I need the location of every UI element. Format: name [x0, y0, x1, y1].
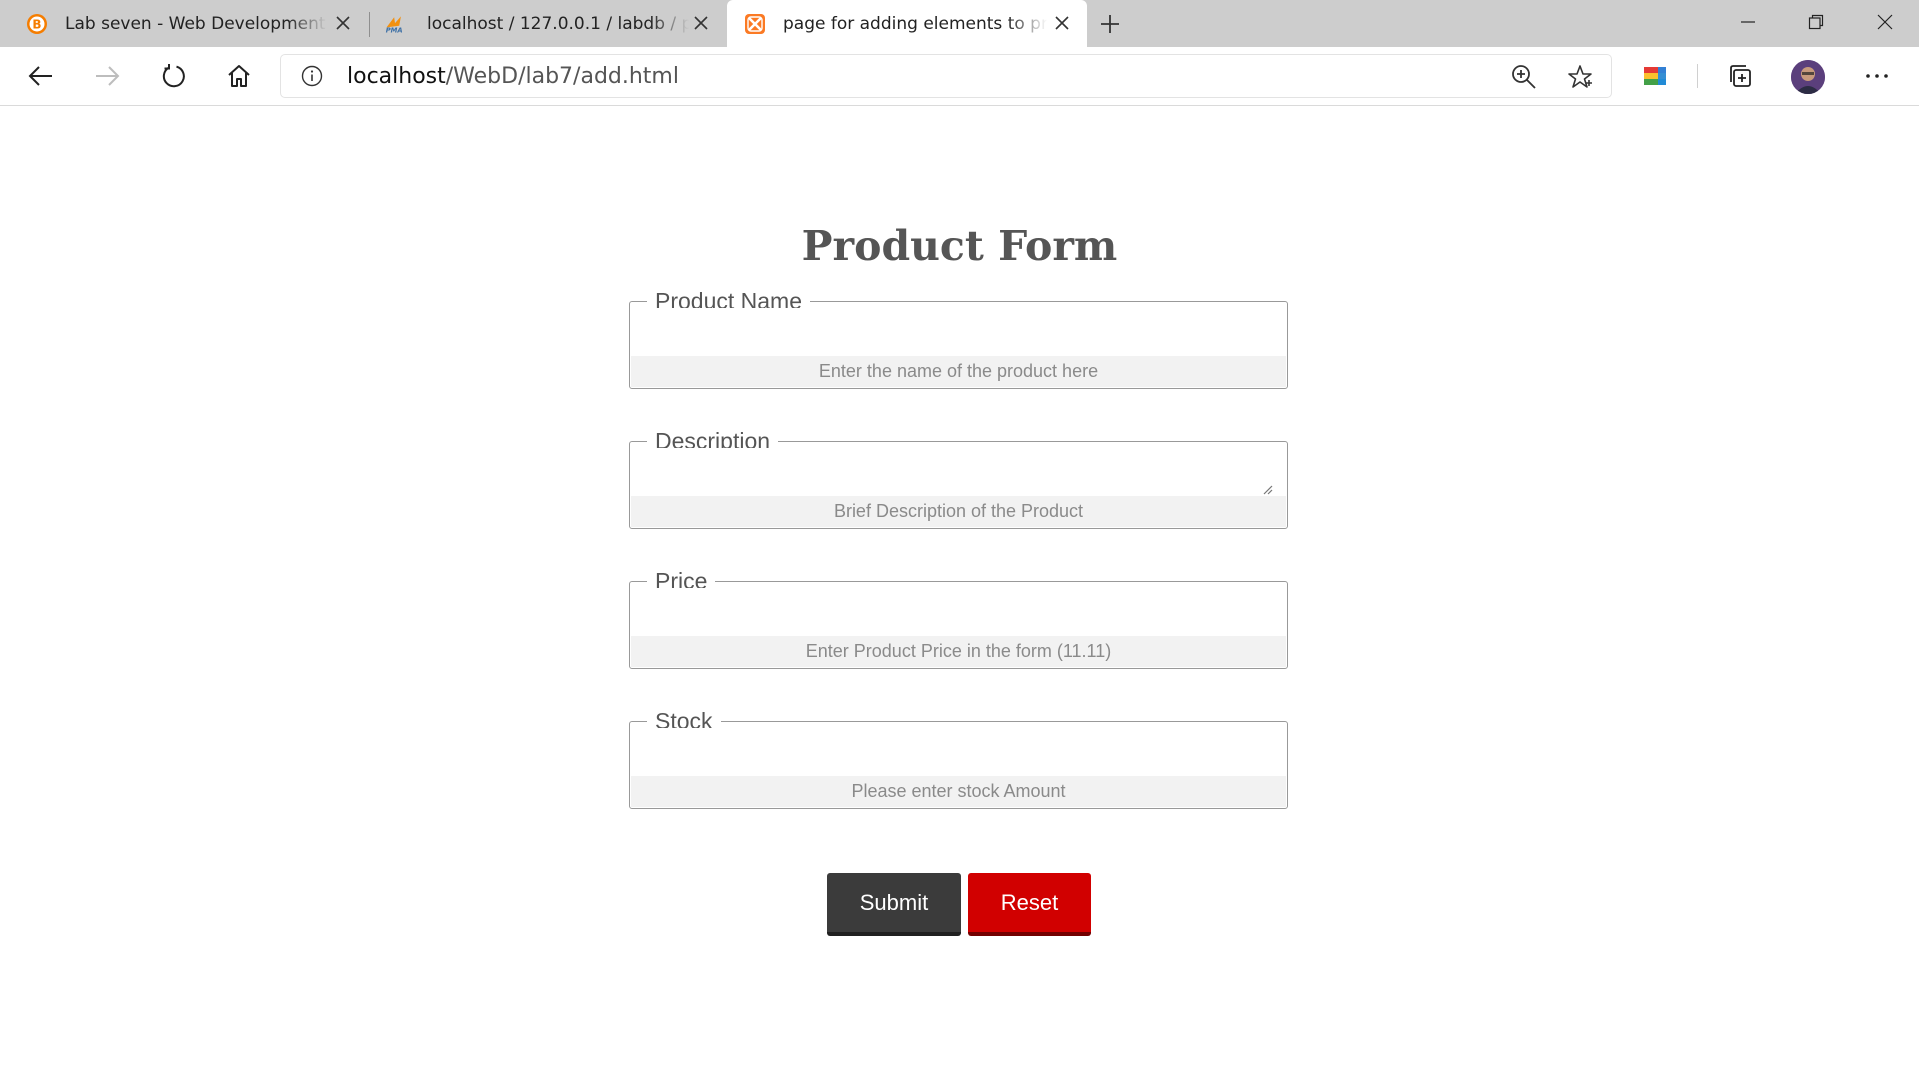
collections-icon [1730, 65, 1751, 87]
tab-strip: B Lab seven - Web Development 2 PMA loca… [0, 0, 1919, 47]
stock-fieldset: Stock Please enter stock Amount [629, 707, 1288, 809]
close-icon [1877, 14, 1893, 30]
product-name-hint: Enter the name of the product here [631, 356, 1286, 387]
close-tab-icon[interactable] [690, 12, 712, 34]
minimize-button[interactable] [1714, 0, 1782, 44]
price-input[interactable] [631, 588, 1286, 640]
url-text[interactable]: localhost/WebD/lab7/add.html [347, 64, 679, 89]
forward-button[interactable] [87, 58, 127, 94]
close-tab-icon[interactable] [332, 12, 354, 34]
profile-avatar[interactable] [1791, 60, 1825, 94]
price-hint: Enter Product Price in the form (11.11) [631, 636, 1286, 667]
xampp-icon [744, 13, 766, 35]
tab-add-page[interactable]: page for adding elements to products [727, 0, 1087, 47]
tab-title: localhost / 127.0.0.1 / labdb / products [427, 13, 689, 34]
star-icon [1568, 65, 1592, 88]
avatar-icon [1791, 60, 1825, 94]
page-content: Product Form Product Name Enter the name… [0, 106, 1919, 1078]
product-name-input[interactable] [631, 308, 1286, 360]
settings-menu-button[interactable] [1859, 59, 1895, 93]
browser-toolbar: localhost/WebD/lab7/add.html [0, 47, 1919, 106]
refresh-button[interactable] [153, 58, 193, 94]
info-icon[interactable] [301, 65, 323, 87]
back-button[interactable] [21, 58, 61, 94]
plus-icon [1101, 15, 1119, 33]
address-bar[interactable]: localhost/WebD/lab7/add.html [281, 55, 1611, 97]
extension-button[interactable] [1637, 59, 1673, 93]
toolbar-divider [1697, 64, 1698, 88]
form-heading: Product Form [801, 222, 1118, 270]
product-name-fieldset: Product Name Enter the name of the produ… [629, 287, 1288, 389]
zoom-button[interactable] [1511, 64, 1537, 90]
url-host: localhost [347, 64, 446, 89]
stock-input[interactable] [631, 728, 1286, 780]
favorite-button[interactable] [1567, 64, 1593, 90]
arrow-left-icon [28, 66, 52, 86]
zoom-in-icon [1512, 65, 1536, 89]
stock-hint: Please enter stock Amount [631, 776, 1286, 807]
submit-button[interactable]: Submit [827, 873, 961, 936]
new-tab-button[interactable] [1096, 10, 1124, 38]
collections-button[interactable] [1722, 59, 1758, 93]
reset-button[interactable]: Reset [968, 873, 1091, 936]
resize-grip-icon[interactable] [1261, 483, 1273, 495]
tab-title: Lab seven - Web Development 2 [65, 13, 327, 34]
home-button[interactable] [219, 58, 259, 94]
tab-phpmyadmin[interactable]: PMA localhost / 127.0.0.1 / labdb / prod… [370, 0, 726, 47]
tab-title: page for adding elements to products [783, 13, 1047, 34]
restore-icon [1808, 14, 1824, 30]
tab-lab-seven[interactable]: B Lab seven - Web Development 2 [0, 0, 368, 47]
url-path: /WebD/lab7/add.html [445, 64, 679, 89]
refresh-icon [162, 64, 185, 88]
arrow-right-icon [96, 66, 120, 86]
extension-icon [1644, 67, 1666, 85]
svg-text:B: B [32, 17, 41, 31]
description-fieldset: Description Brief Description of the Pro… [629, 427, 1288, 529]
minimize-icon [1741, 21, 1755, 23]
home-icon [228, 65, 250, 87]
price-fieldset: Price Enter Product Price in the form (1… [629, 567, 1288, 669]
svg-text:PMA: PMA [386, 26, 403, 34]
restore-button[interactable] [1782, 0, 1850, 44]
description-hint: Brief Description of the Product [631, 496, 1286, 527]
description-textarea[interactable] [631, 448, 1286, 502]
blogger-icon: B [26, 13, 48, 35]
close-window-button[interactable] [1851, 0, 1919, 44]
more-icon [1866, 74, 1888, 78]
phpmyadmin-icon: PMA [384, 13, 406, 35]
close-tab-icon[interactable] [1051, 12, 1073, 34]
